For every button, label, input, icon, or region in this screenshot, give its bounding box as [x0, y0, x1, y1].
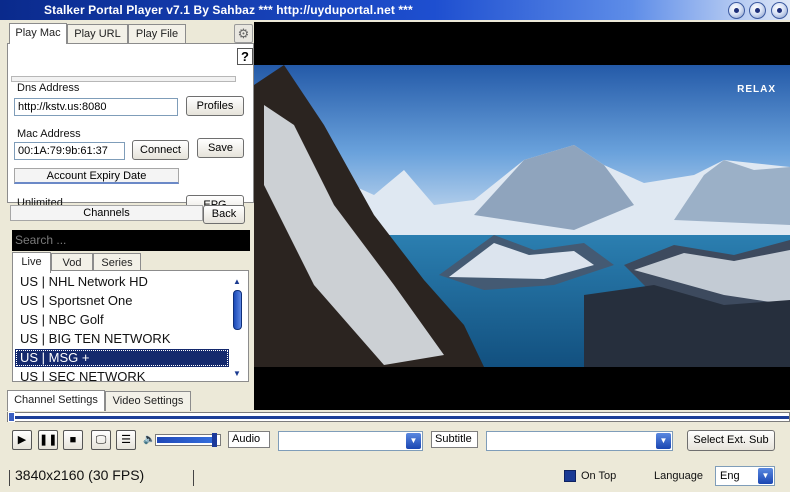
mac-field[interactable]: 00:1A:79:9b:61:37 [14, 142, 125, 160]
audio-dropdown[interactable]: ▼ [278, 431, 423, 451]
channel-item-selected[interactable]: US | MSG + [15, 349, 229, 367]
search-input[interactable]: Search ... [12, 230, 250, 251]
on-top-checkbox[interactable] [564, 470, 576, 482]
channel-item[interactable]: US | Sportsnet One [15, 292, 229, 310]
dns-label: Dns Address [17, 82, 80, 94]
stop-button[interactable]: ■ [63, 430, 83, 450]
play-icon: ▶ [17, 434, 27, 446]
tab-play-file[interactable]: Play File [128, 24, 186, 44]
tab-live[interactable]: Live [12, 252, 51, 273]
language-label: Language [654, 470, 703, 482]
channel-watermark: RELAX [737, 84, 776, 95]
seek-thumb[interactable] [8, 412, 15, 422]
channel-item[interactable]: US | NHL Network HD [15, 273, 229, 291]
channel-list-scrollbar[interactable]: ▲ ▼ [230, 276, 244, 380]
tab-channel-settings[interactable]: Channel Settings [7, 390, 105, 411]
pause-icon: ❚❚ [39, 434, 58, 446]
video-frame: RELAX [254, 65, 790, 367]
language-value: Eng [720, 470, 740, 482]
status-bar: 3840x2160 (30 FPS) On Top Language Eng ▼ [7, 465, 790, 489]
chevron-down-icon[interactable]: ▼ [656, 433, 671, 449]
seek-track [8, 416, 789, 419]
expiry-label: Account Expiry Date [14, 168, 179, 184]
scroll-down-icon[interactable]: ▼ [230, 368, 244, 380]
close-button[interactable] [771, 2, 788, 19]
subtitle-dropdown[interactable]: ▼ [486, 431, 673, 451]
seek-bar[interactable] [7, 412, 790, 422]
connect-button[interactable]: Connect [132, 140, 189, 160]
resolution-readout: 3840x2160 (30 FPS) [15, 467, 145, 483]
stop-icon: ■ [69, 434, 77, 446]
tab-play-url[interactable]: Play URL [67, 24, 128, 44]
channel-item[interactable]: US | NBC Golf [15, 311, 229, 329]
channel-list: US | NHL Network HD US | Sportsnet One U… [12, 270, 249, 382]
on-top-label: On Top [581, 470, 617, 482]
playlist-button[interactable]: ☰ [116, 430, 136, 450]
maximize-button[interactable] [749, 2, 766, 19]
help-button[interactable]: ? [237, 48, 253, 65]
subtitle-label: Subtitle [431, 431, 478, 448]
video-player[interactable]: RELAX [254, 22, 790, 410]
settings-button[interactable]: ⚙ [234, 24, 253, 43]
divider [193, 470, 194, 486]
save-button[interactable]: Save [197, 138, 244, 158]
window-title: Stalker Portal Player v7.1 By Sahbaz ***… [44, 3, 413, 17]
dns-field[interactable]: http://kstv.us:8080 [14, 98, 178, 116]
tab-video-settings[interactable]: Video Settings [105, 391, 191, 411]
mountain-scene-image [254, 65, 790, 367]
divider [9, 470, 10, 486]
chevron-down-icon[interactable]: ▼ [758, 468, 773, 484]
pause-button[interactable]: ❚❚ [38, 430, 58, 450]
channel-item[interactable]: US | BIG TEN NETWORK [15, 330, 229, 348]
settings-tabs: Channel Settings Video Settings [7, 390, 254, 411]
list-icon: ☰ [121, 434, 131, 446]
minimize-button[interactable] [728, 2, 745, 19]
tab-play-mac[interactable]: Play Mac [9, 23, 67, 44]
volume-thumb[interactable] [212, 433, 217, 447]
select-ext-sub-button[interactable]: Select Ext. Sub [687, 430, 775, 451]
mac-label: Mac Address [17, 128, 81, 140]
volume-fill [157, 437, 216, 443]
gear-icon: ⚙ [237, 26, 250, 41]
scroll-thumb[interactable] [233, 290, 242, 330]
title-bar: Stalker Portal Player v7.1 By Sahbaz ***… [0, 0, 790, 20]
language-dropdown[interactable]: Eng ▼ [715, 466, 775, 486]
fullscreen-button[interactable]: 🖵 [91, 430, 111, 450]
channel-item[interactable]: US | SEC NETWORK [15, 368, 229, 381]
back-button[interactable]: Back [203, 205, 245, 224]
profiles-button[interactable]: Profiles [186, 96, 244, 116]
volume-slider[interactable] [155, 433, 221, 447]
chevron-down-icon[interactable]: ▼ [406, 433, 421, 449]
play-mac-panel: Dns Address http://kstv.us:8080 Profiles… [7, 43, 254, 215]
audio-label: Audio [228, 431, 270, 448]
monitor-icon: 🖵 [95, 434, 107, 446]
scroll-up-icon[interactable]: ▲ [230, 276, 244, 288]
speaker-icon: 🔈 [143, 434, 156, 445]
left-panel: Play Mac Play URL Play File ⚙ Dns Addres… [7, 22, 254, 411]
play-button[interactable]: ▶ [12, 430, 32, 450]
channels-header: Channels [10, 205, 203, 221]
